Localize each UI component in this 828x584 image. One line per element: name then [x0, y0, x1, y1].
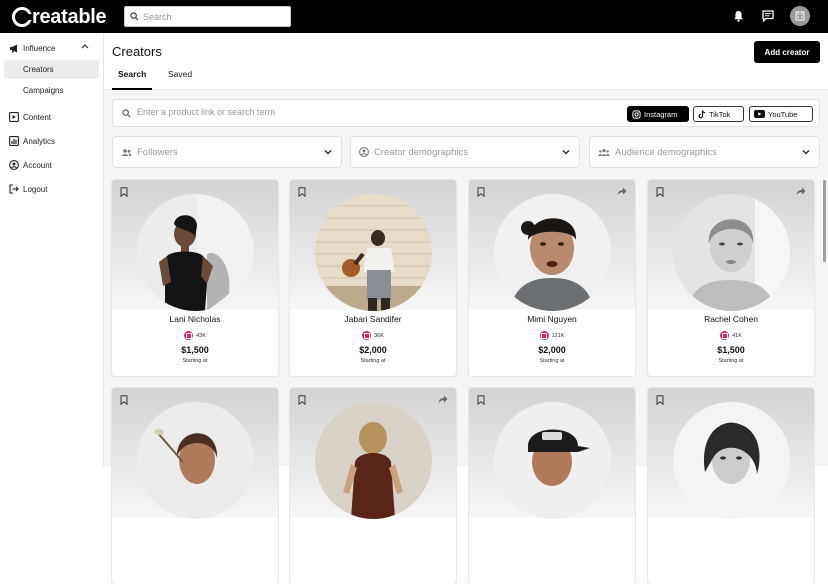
- instagram-icon: [632, 109, 641, 119]
- chevron-up-icon[interactable]: [81, 43, 89, 49]
- sidebar-item-creators[interactable]: Creators: [4, 60, 99, 79]
- creatable-logo[interactable]: reatable: [12, 5, 107, 29]
- creator-photo: [673, 402, 790, 519]
- chevron-down-icon: [802, 150, 810, 155]
- creator-card[interactable]: [112, 388, 278, 584]
- share-icon[interactable]: [617, 187, 627, 196]
- creator-card[interactable]: Jabari Sandifer 36K $2,000 Starting at: [290, 180, 456, 376]
- price-note: Starting at: [718, 358, 744, 364]
- user-circle-icon: [9, 160, 19, 170]
- sidebar-item-logout[interactable]: Logout: [9, 184, 47, 194]
- creator-photo: [315, 194, 432, 311]
- follower-count: 121K: [469, 331, 635, 340]
- bookmark-icon[interactable]: [298, 395, 306, 405]
- creator-name: Rachel Cohen: [704, 314, 758, 324]
- audience-demographics-filter[interactable]: Audience demographics: [589, 136, 820, 168]
- price-note: Starting at: [539, 358, 565, 364]
- sidebar: Influence Creators Campaigns Content Ana…: [0, 33, 104, 466]
- platform-tiktok-button[interactable]: TikTok: [693, 106, 744, 122]
- chevron-down-icon: [562, 150, 570, 155]
- instagram-icon: [539, 331, 549, 340]
- price-note: Starting at: [182, 358, 208, 364]
- creator-card[interactable]: [290, 388, 456, 584]
- sidebar-item-label: Influence: [23, 44, 56, 53]
- sidebar-item-content[interactable]: Content: [9, 112, 51, 122]
- messages-icon[interactable]: [760, 8, 776, 24]
- global-search-input[interactable]: [143, 11, 283, 22]
- creator-card[interactable]: Rachel Cohen 41K $1,500 Starting at: [648, 180, 814, 376]
- instagram-icon: [720, 331, 730, 340]
- page-header: Creators Add creator Search Saved: [104, 33, 828, 90]
- global-search[interactable]: [124, 6, 291, 27]
- creator-price: $2,000: [359, 345, 387, 355]
- bookmark-icon[interactable]: [477, 395, 485, 405]
- main-content: Creators Add creator Search Saved Instag…: [104, 33, 828, 584]
- bookmark-icon[interactable]: [298, 187, 306, 197]
- creator-name: Mimi Nguyen: [527, 314, 577, 324]
- scrollbar[interactable]: [823, 180, 826, 262]
- tab-search[interactable]: Search: [112, 69, 153, 90]
- creator-card[interactable]: Lani Nicholas 43K $1,500 Starting at: [112, 180, 278, 376]
- creator-card[interactable]: [648, 388, 814, 584]
- sidebar-item-influence[interactable]: Influence: [9, 44, 55, 53]
- follower-count: 36K: [290, 331, 456, 340]
- followers-filter[interactable]: Followers: [112, 136, 342, 168]
- search-icon: [122, 109, 131, 118]
- creator-price: $2,000: [538, 345, 566, 355]
- search-icon: [130, 12, 139, 21]
- users-icon: [121, 148, 132, 156]
- creator-photo: [137, 402, 254, 519]
- price-note: Starting at: [360, 358, 386, 364]
- page-title: Creators: [112, 44, 162, 59]
- platform-instagram-button[interactable]: Instagram: [627, 106, 689, 122]
- follower-count: 41K: [648, 331, 814, 340]
- sidebar-item-analytics[interactable]: Analytics: [9, 136, 55, 146]
- creator-card[interactable]: Mimi Nguyen 121K $2,000 Starting at: [469, 180, 635, 376]
- bell-icon[interactable]: [730, 8, 746, 24]
- creator-price: $1,500: [181, 345, 209, 355]
- account-avatar[interactable]: [790, 6, 810, 26]
- logout-icon: [9, 184, 19, 194]
- analytics-icon: [9, 136, 19, 146]
- instagram-icon: [362, 331, 372, 340]
- creator-photo: [137, 194, 254, 311]
- youtube-icon: [754, 110, 765, 118]
- creator-photo: [494, 194, 611, 311]
- chevron-down-icon: [324, 150, 332, 155]
- creator-photo: [494, 402, 611, 519]
- sidebar-item-campaigns[interactable]: Campaigns: [4, 81, 99, 100]
- tiktok-icon: [698, 109, 706, 118]
- tab-saved[interactable]: Saved: [162, 69, 198, 90]
- creator-photo: [315, 402, 432, 519]
- platform-youtube-button[interactable]: YouTube: [749, 106, 813, 122]
- add-creator-button[interactable]: Add creator: [754, 41, 820, 63]
- bookmark-icon[interactable]: [120, 395, 128, 405]
- share-icon[interactable]: [438, 395, 448, 404]
- building-icon: [795, 11, 805, 21]
- creator-name: Jabari Sandifer: [344, 314, 402, 324]
- logo-c-mark: [12, 7, 33, 27]
- creator-demographics-filter[interactable]: Creator demographics: [350, 136, 580, 168]
- content-icon: [9, 112, 19, 122]
- user-circle-icon: [359, 147, 369, 157]
- top-bar: reatable: [0, 0, 828, 33]
- instagram-icon: [184, 331, 194, 340]
- sidebar-item-account[interactable]: Account: [9, 160, 52, 170]
- bookmark-icon[interactable]: [120, 187, 128, 197]
- share-icon[interactable]: [796, 187, 806, 196]
- group-icon: [598, 148, 610, 156]
- creator-price: $1,500: [717, 345, 745, 355]
- creator-photo: [673, 194, 790, 311]
- bookmark-icon[interactable]: [656, 395, 664, 405]
- logo-text: reatable: [32, 5, 107, 28]
- follower-count: 43K: [112, 331, 278, 340]
- bookmark-icon[interactable]: [656, 187, 664, 197]
- creator-card[interactable]: [469, 388, 635, 584]
- creator-search-bar: Instagram TikTok YouTube: [112, 99, 820, 127]
- creator-name: Lani Nicholas: [169, 314, 221, 324]
- megaphone-icon: [10, 44, 17, 53]
- creator-search-input[interactable]: [137, 107, 617, 117]
- bookmark-icon[interactable]: [477, 187, 485, 197]
